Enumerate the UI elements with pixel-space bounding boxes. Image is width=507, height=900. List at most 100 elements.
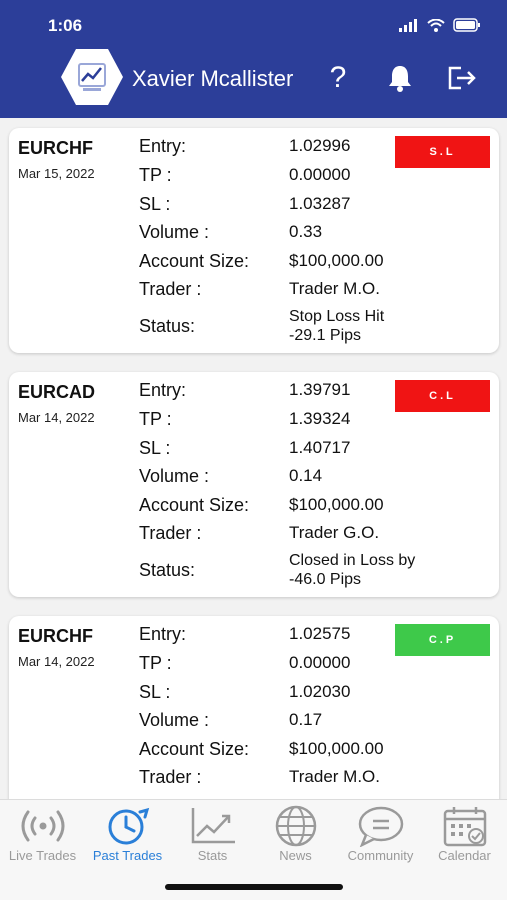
- trade-card[interactable]: EURCHF Mar 14, 2022 C.P Entry: 1.02575 TP…: [9, 616, 499, 799]
- status-pips: -29.1 Pips: [289, 327, 362, 344]
- sl-label: SL :: [139, 682, 171, 702]
- volume-value: 0.17: [289, 710, 323, 729]
- account-size-row: Account Size: $100,000.00: [139, 495, 479, 523]
- wifi-icon: [427, 18, 445, 32]
- user-name: Xavier Mcallister: [132, 66, 294, 91]
- account-size-row: Account Size: $100,000.00: [139, 251, 479, 279]
- trade-symbol: EURCAD: [18, 382, 96, 402]
- trader-label: Trader :: [139, 279, 202, 299]
- trade-date: Mar 14, 2022: [18, 654, 95, 669]
- trade-date: Mar 14, 2022: [18, 410, 95, 425]
- volume-label: Volume :: [139, 466, 210, 486]
- tp-value: 0.00000: [289, 653, 351, 672]
- help-icon: ?: [329, 61, 347, 94]
- sl-value: 1.40717: [289, 438, 351, 457]
- tp-row: TP : 0.00000: [139, 653, 479, 681]
- signal-icon: [399, 18, 417, 32]
- trade-symbol: EURCHF: [18, 138, 93, 158]
- sl-label: SL :: [139, 194, 171, 214]
- trader-label: Trader :: [139, 767, 202, 787]
- volume-row: Volume : 0.14: [139, 466, 479, 494]
- trade-card[interactable]: EURCAD Mar 14, 2022 C.L Entry: 1.39791 TP…: [9, 372, 499, 597]
- volume-value: 0.33: [289, 222, 323, 241]
- entry-label: Entry:: [139, 624, 187, 644]
- account-size-label: Account Size:: [139, 739, 250, 759]
- volume-row: Volume : 0.17: [139, 710, 479, 738]
- trade-date: Mar 15, 2022: [18, 166, 95, 181]
- sl-row: SL : 1.40717: [139, 438, 479, 466]
- trader-value: Trader M.O.: [289, 767, 380, 786]
- status-label: Status:: [139, 316, 196, 336]
- sl-label: SL :: [139, 438, 171, 458]
- status-value: Stop Loss Hit -29.1 Pips: [289, 307, 464, 345]
- tp-label: TP :: [139, 409, 172, 429]
- status-time: 1:06: [48, 16, 83, 35]
- account-size-label: Account Size:: [139, 251, 250, 271]
- entry-value: 1.39791: [289, 380, 351, 399]
- account-size-row: Account Size: $100,000.00: [139, 739, 479, 767]
- tab-calendar[interactable]: Calendar: [422, 806, 507, 866]
- logout-button[interactable]: [444, 60, 480, 96]
- notifications-button[interactable]: [382, 60, 418, 96]
- tp-row: TP : 1.39324: [139, 409, 479, 437]
- battery-icon: [453, 18, 480, 32]
- status-value: Closed in Loss by -46.0 Pips: [289, 551, 464, 589]
- entry-value: 1.02996: [289, 136, 351, 155]
- tab-label: Calendar: [438, 848, 491, 863]
- status-row: Status: Stop Loss Hit -29.1 Pips: [139, 307, 479, 349]
- tab-community[interactable]: Community: [338, 806, 423, 866]
- tab-live-trades[interactable]: Live Trades: [0, 806, 85, 866]
- entry-row: Entry: 1.39791: [139, 380, 479, 408]
- status-line: Closed in Loss by: [289, 552, 416, 569]
- tab-stats[interactable]: Stats: [170, 806, 255, 866]
- app-header: 1:06 Xavier Mcallister ?: [0, 0, 507, 118]
- chat-bubble-icon: [358, 806, 403, 847]
- tp-row: TP : 0.00000: [139, 165, 479, 193]
- volume-label: Volume :: [139, 222, 210, 242]
- help-button[interactable]: ?: [320, 60, 356, 96]
- chart-line-icon: [191, 808, 235, 844]
- bell-icon: [389, 66, 411, 92]
- tp-label: TP :: [139, 165, 172, 185]
- entry-value: 1.02575: [289, 624, 351, 643]
- volume-label: Volume :: [139, 710, 210, 730]
- tab-label: Live Trades: [8, 848, 77, 863]
- past-trades-list[interactable]: EURCHF Mar 15, 2022 S.L Entry: 1.02996 TP…: [0, 118, 507, 799]
- broadcast-icon: [21, 810, 64, 842]
- home-indicator: [165, 884, 343, 890]
- tab-label: Past Trades: [92, 848, 163, 863]
- status-icons: [399, 18, 481, 32]
- clock-history-icon: [108, 807, 149, 845]
- tab-news[interactable]: News: [253, 805, 338, 866]
- account-size-value: $100,000.00: [289, 251, 384, 270]
- status-pips: -46.0 Pips: [289, 571, 362, 588]
- account-size-label: Account Size:: [139, 495, 250, 515]
- sl-value: 1.02030: [289, 682, 351, 701]
- volume-value: 0.14: [289, 466, 323, 485]
- sl-value: 1.03287: [289, 194, 351, 213]
- tab-past-trades[interactable]: Past Trades: [85, 806, 170, 866]
- entry-row: Entry: 1.02996: [139, 136, 479, 164]
- tab-label: News: [279, 848, 312, 863]
- status-line: Stop Loss Hit: [289, 308, 385, 325]
- volume-row: Volume : 0.33: [139, 222, 479, 250]
- logout-icon: [448, 66, 476, 90]
- account-size-value: $100,000.00: [289, 495, 384, 514]
- status-row: Status: Closed in Loss by -46.0 Pips: [139, 551, 479, 593]
- entry-row: Entry: 1.02575: [139, 624, 479, 652]
- calendar-icon: [443, 807, 486, 847]
- globe-icon: [275, 805, 316, 847]
- trade-card[interactable]: EURCHF Mar 15, 2022 S.L Entry: 1.02996 TP…: [9, 128, 499, 353]
- account-size-value: $100,000.00: [289, 739, 384, 758]
- sl-row: SL : 1.02030: [139, 682, 479, 710]
- entry-label: Entry:: [139, 136, 187, 156]
- trader-row: Trader : Trader M.O.: [139, 279, 479, 307]
- app-logo: [60, 48, 124, 106]
- status-label: Status:: [139, 560, 196, 580]
- trader-label: Trader :: [139, 523, 202, 543]
- tp-value: 0.00000: [289, 165, 351, 184]
- trade-symbol: EURCHF: [18, 626, 93, 646]
- trader-value: Trader M.O.: [289, 279, 380, 298]
- trader-row: Trader : Trader M.O.: [139, 767, 479, 795]
- entry-label: Entry:: [139, 380, 187, 400]
